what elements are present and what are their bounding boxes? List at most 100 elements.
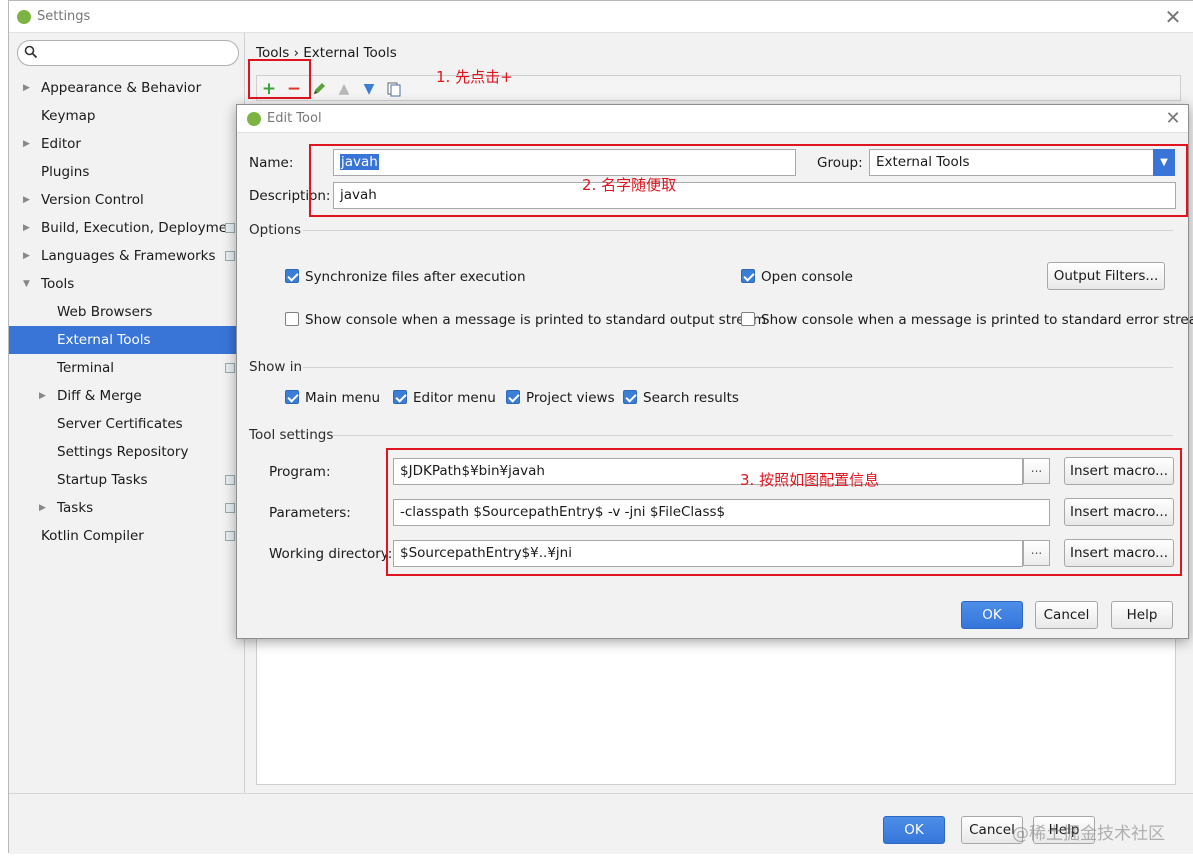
sidebar-item-label: Version Control bbox=[41, 192, 144, 208]
sidebar-item[interactable]: ▶ Editor bbox=[9, 130, 245, 158]
sidebar-item[interactable]: Keymap bbox=[9, 102, 245, 130]
chevron-right-icon[interactable]: ▶ bbox=[39, 494, 46, 522]
editor-menu-checkbox[interactable] bbox=[393, 390, 407, 404]
window-title: Settings bbox=[37, 9, 91, 24]
editor-menu-label: Editor menu bbox=[413, 390, 496, 406]
sidebar-item[interactable]: ▼ Tools bbox=[9, 270, 245, 298]
chevron-right-icon[interactable]: ▶ bbox=[23, 242, 30, 270]
show-in-divider bbox=[303, 367, 1173, 368]
open-console-checkbox[interactable] bbox=[741, 269, 755, 283]
working-directory-label: Working directory: bbox=[269, 546, 393, 562]
open-console-label: Open console bbox=[761, 269, 853, 285]
tool-settings-divider bbox=[333, 435, 1173, 436]
sidebar-item[interactable]: ▶ Tasks bbox=[9, 494, 245, 522]
project-settings-icon bbox=[225, 531, 235, 541]
chevron-right-icon[interactable]: ▶ bbox=[23, 130, 30, 158]
sidebar-item[interactable]: Terminal bbox=[9, 354, 245, 382]
sidebar-item-label: Appearance & Behavior bbox=[41, 80, 202, 96]
project-settings-icon bbox=[225, 503, 235, 513]
settings-sidebar: ▶ Appearance & Behavior Keymap ▶ Editor Plugi… bbox=[9, 33, 245, 793]
sidebar-item-label: Server Certificates bbox=[57, 416, 183, 432]
settings-titlebar: Settings ✕ bbox=[9, 1, 1193, 33]
show-console-stderr-checkbox[interactable] bbox=[741, 312, 755, 326]
annotation-step2: 2. 名字随便取 bbox=[582, 176, 677, 194]
sidebar-item-label: Plugins bbox=[41, 164, 90, 180]
options-section-title: Options bbox=[249, 222, 302, 238]
sidebar-item-label: Languages & Frameworks bbox=[41, 248, 216, 264]
sidebar-item[interactable]: Plugins bbox=[9, 158, 245, 186]
sidebar-item-label: Startup Tasks bbox=[57, 472, 148, 488]
project-settings-icon bbox=[225, 223, 235, 233]
chevron-right-icon[interactable]: ▶ bbox=[23, 186, 30, 214]
show-in-section-title: Show in bbox=[249, 359, 303, 375]
sidebar-item[interactable]: ▶ Build, Execution, Deployment bbox=[9, 214, 245, 242]
sidebar-item-label: Editor bbox=[41, 136, 81, 152]
sidebar-item-label: Terminal bbox=[57, 360, 115, 376]
close-icon[interactable]: ✕ bbox=[1161, 107, 1185, 131]
sidebar-item-label: Settings Repository bbox=[57, 444, 189, 460]
arrow-up-icon[interactable]: ▲ bbox=[334, 79, 354, 99]
search-results-checkbox[interactable] bbox=[623, 390, 637, 404]
annotation-box-step3 bbox=[386, 448, 1182, 576]
app-logo-icon bbox=[247, 112, 261, 126]
close-icon[interactable]: ✕ bbox=[1161, 5, 1185, 29]
annotation-step3: 3. 按照如图配置信息 bbox=[740, 471, 880, 489]
sync-files-label: Synchronize files after execution bbox=[305, 269, 526, 285]
show-console-stdout-label: Show console when a message is printed t… bbox=[305, 312, 766, 328]
sidebar-item[interactable]: ▶ Diff & Merge bbox=[9, 382, 245, 410]
dialog-titlebar: Edit Tool ✕ bbox=[237, 105, 1188, 133]
sidebar-item[interactable]: Startup Tasks bbox=[9, 466, 245, 494]
sidebar-item-label: Kotlin Compiler bbox=[41, 528, 144, 544]
main-menu-checkbox[interactable] bbox=[285, 390, 299, 404]
sidebar-item[interactable]: ▶ Version Control bbox=[9, 186, 245, 214]
sidebar-item-label: Diff & Merge bbox=[57, 388, 142, 404]
chevron-right-icon[interactable]: ▶ bbox=[39, 382, 46, 410]
dialog-ok-button[interactable]: OK bbox=[961, 601, 1023, 629]
watermark: @稀土掘金技术社区 bbox=[1012, 824, 1165, 844]
sidebar-item[interactable]: Web Browsers bbox=[9, 298, 245, 326]
annotation-box-step2 bbox=[309, 144, 1188, 217]
chevron-right-icon[interactable]: ▶ bbox=[23, 214, 30, 242]
breadcrumb-current: External Tools bbox=[303, 45, 397, 61]
search-results-label: Search results bbox=[643, 390, 739, 406]
sidebar-item-label: Web Browsers bbox=[57, 304, 153, 320]
sidebar-item[interactable]: Kotlin Compiler bbox=[9, 522, 245, 550]
chevron-right-icon[interactable]: ▶ bbox=[23, 74, 30, 102]
arrow-down-icon[interactable]: ▼ bbox=[359, 79, 379, 99]
main-menu-label: Main menu bbox=[305, 390, 381, 406]
output-filters-button[interactable]: Output Filters... bbox=[1047, 262, 1165, 290]
edit-icon[interactable] bbox=[309, 79, 329, 99]
sidebar-item-label: Keymap bbox=[41, 108, 96, 124]
ok-button[interactable]: OK bbox=[883, 816, 945, 844]
program-label: Program: bbox=[269, 464, 331, 480]
sidebar-item[interactable]: ▶ Appearance & Behavior bbox=[9, 74, 245, 102]
sidebar-item[interactable]: Server Certificates bbox=[9, 410, 245, 438]
project-views-checkbox[interactable] bbox=[506, 390, 520, 404]
name-label: Name: bbox=[249, 155, 294, 171]
project-settings-icon bbox=[225, 251, 235, 261]
search-icon bbox=[24, 45, 38, 59]
sidebar-item[interactable]: Settings Repository bbox=[9, 438, 245, 466]
sidebar-item-label: Tools bbox=[41, 276, 75, 292]
sidebar-item-label: Build, Execution, Deployment bbox=[41, 220, 241, 236]
external-tools-list[interactable] bbox=[256, 633, 1176, 785]
sidebar-item-label: Tasks bbox=[57, 500, 94, 516]
sidebar-item[interactable]: External Tools bbox=[9, 326, 245, 354]
sidebar-item[interactable]: ▶ Languages & Frameworks bbox=[9, 242, 245, 270]
chevron-down-icon[interactable]: ▼ bbox=[23, 270, 30, 298]
app-logo-icon bbox=[17, 10, 31, 24]
dialog-cancel-button[interactable]: Cancel bbox=[1035, 601, 1098, 629]
show-console-stderr-label: Show console when a message is printed t… bbox=[761, 312, 1193, 328]
tool-settings-section-title: Tool settings bbox=[249, 427, 334, 443]
dialog-title: Edit Tool bbox=[267, 111, 322, 126]
search-input[interactable] bbox=[17, 40, 239, 66]
project-views-label: Project views bbox=[526, 390, 615, 406]
sidebar-item-label: External Tools bbox=[57, 332, 151, 348]
parameters-label: Parameters: bbox=[269, 505, 351, 521]
dialog-help-button[interactable]: Help bbox=[1111, 601, 1173, 629]
annotation-box-step1 bbox=[248, 59, 311, 99]
options-divider bbox=[303, 230, 1173, 231]
sync-files-checkbox[interactable] bbox=[285, 269, 299, 283]
show-console-stdout-checkbox[interactable] bbox=[285, 312, 299, 326]
copy-icon[interactable] bbox=[384, 79, 404, 99]
